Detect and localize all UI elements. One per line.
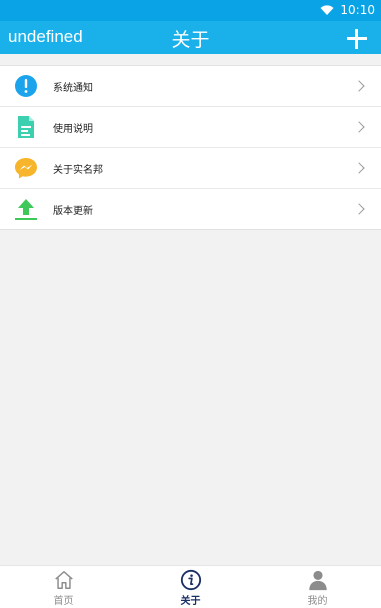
status-bar: 10:10 [0, 0, 381, 21]
tab-label: 我的 [307, 596, 328, 607]
tab-about[interactable]: 关于 [127, 566, 254, 608]
list-item-label: 版本更新 [53, 206, 93, 217]
list-item-notice[interactable]: 系统通知 [0, 66, 381, 107]
list-item-label: 关于实名邦 [53, 165, 103, 176]
list-item-label: 使用说明 [53, 124, 93, 135]
tab-mine[interactable]: 我的 [254, 566, 381, 608]
chevron-right-icon [353, 80, 365, 92]
app-bar: undefined 关于 [0, 21, 381, 54]
wifi-icon [320, 4, 334, 15]
info-icon [180, 569, 201, 591]
list-item-about-app[interactable]: 关于实名邦 [0, 148, 381, 189]
list-item-instructions[interactable]: 使用说明 [0, 107, 381, 148]
document-icon [18, 116, 34, 138]
about-list: 系统通知 使用说明 关于实名邦 版本更新 [0, 65, 381, 230]
list-item-version-update[interactable]: 版本更新 [0, 189, 381, 229]
notice-icon [15, 75, 37, 97]
bottom-tab-bar: 首页 关于 我的 [0, 565, 381, 608]
chevron-right-icon [353, 203, 365, 215]
messenger-icon [15, 158, 37, 179]
home-icon [54, 571, 73, 589]
person-icon [308, 570, 327, 591]
tab-label: 首页 [53, 596, 74, 607]
chevron-right-icon [353, 121, 365, 133]
page-title: 关于 [171, 29, 210, 51]
chevron-right-icon [353, 162, 365, 174]
list-item-label: 系统通知 [53, 83, 93, 94]
upload-icon [15, 199, 37, 220]
tab-label: 关于 [180, 596, 201, 607]
plus-icon[interactable] [347, 29, 367, 49]
tab-home[interactable]: 首页 [0, 566, 127, 608]
status-time: 10:10 [340, 3, 375, 17]
